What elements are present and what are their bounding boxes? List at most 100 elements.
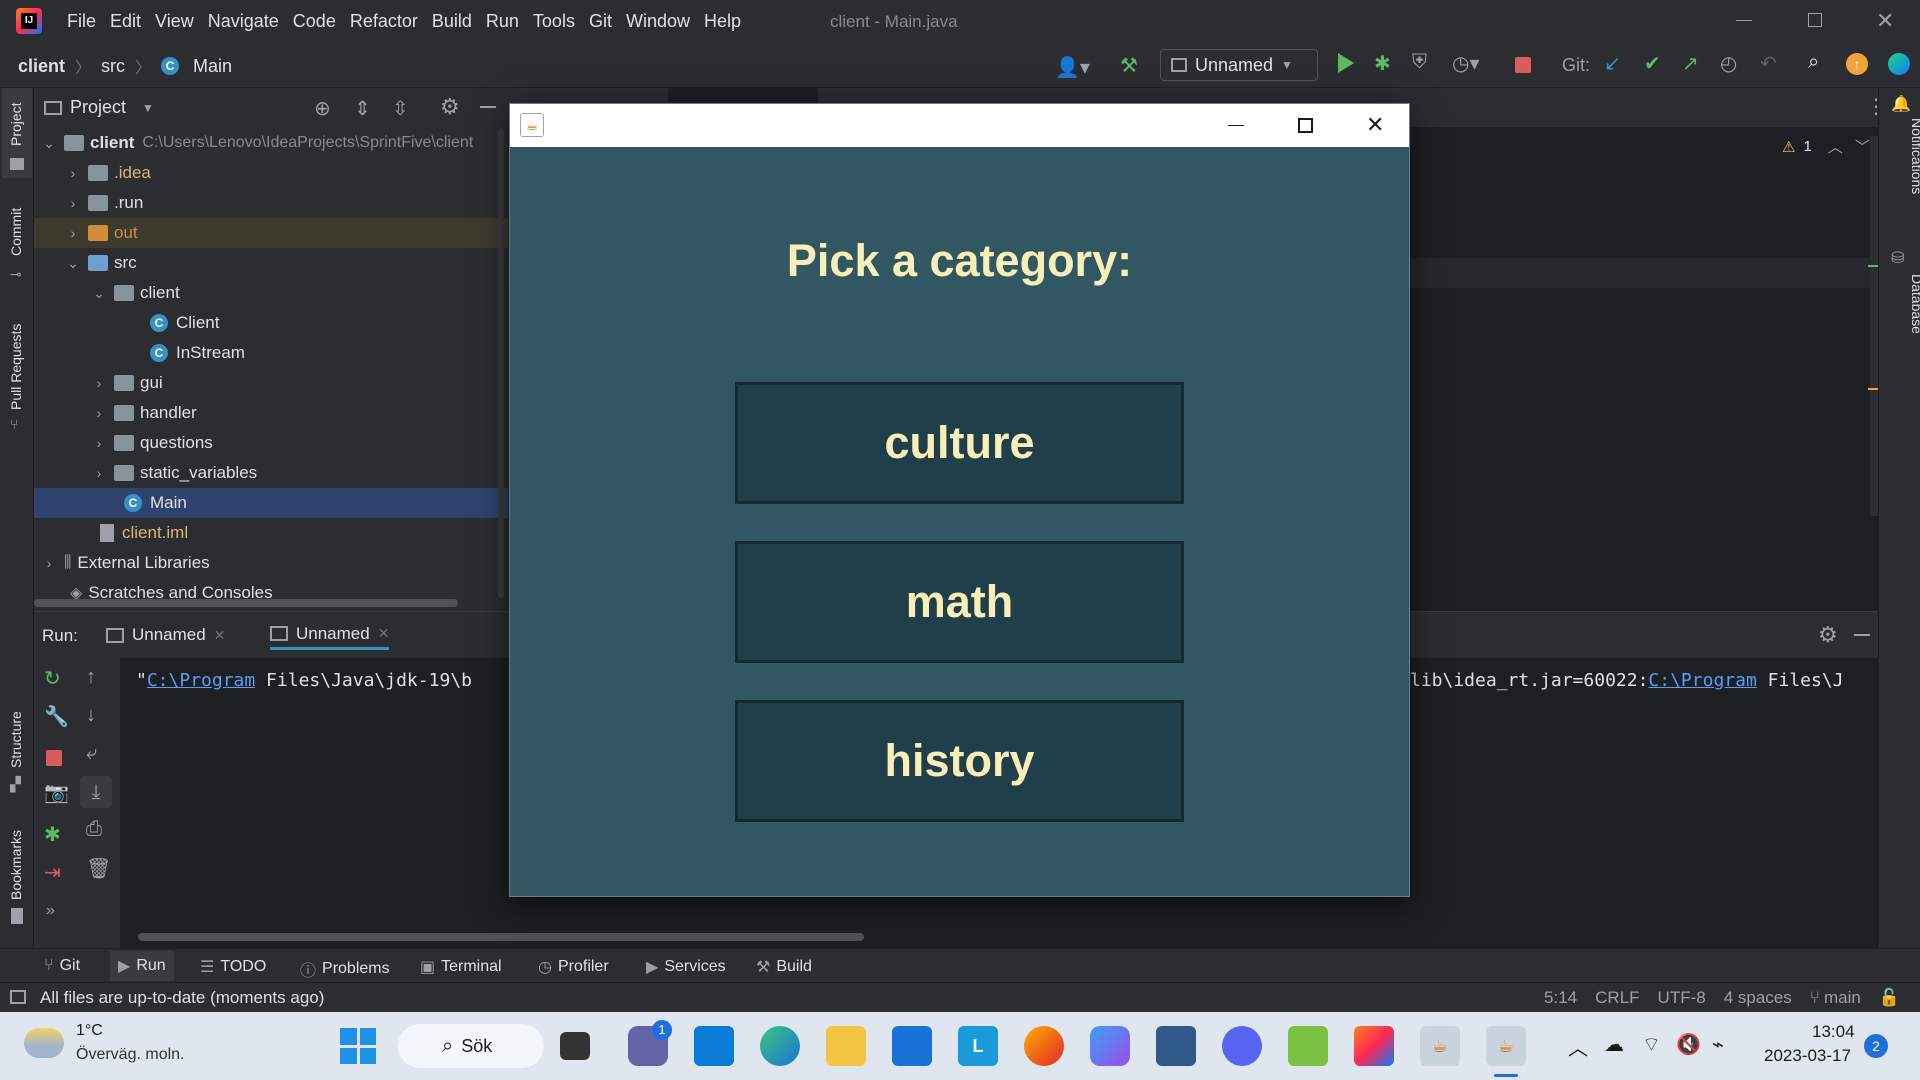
chevron-right-icon[interactable]: › <box>90 375 108 391</box>
mail-icon[interactable] <box>892 1026 932 1066</box>
chevron-right-icon[interactable]: › <box>64 195 82 211</box>
category-button-math[interactable]: math <box>735 541 1184 663</box>
tree-item-static-variables[interactable]: › static_variables <box>34 458 508 488</box>
chevron-right-icon[interactable]: › <box>90 465 108 481</box>
down-icon[interactable]: ↓ <box>86 704 96 727</box>
menu-navigate[interactable]: Navigate <box>208 11 279 32</box>
breadcrumb-project[interactable]: client <box>18 56 65 77</box>
debug-icon[interactable]: ✱ <box>44 822 61 847</box>
chevron-down-icon[interactable]: ﹀ <box>1855 136 1870 157</box>
notifications-icon[interactable]: 🔔 <box>1891 94 1911 114</box>
tree-item-root[interactable]: ⌄ client C:\Users\Lenovo\IdeaProjects\Sp… <box>34 128 508 158</box>
hide-icon[interactable] <box>1854 634 1870 636</box>
search-icon[interactable]: ⌕ <box>1808 51 1819 74</box>
run-tab-2[interactable]: Unnamed ✕ <box>270 620 390 650</box>
commit-tool-label[interactable]: Commit <box>8 208 24 256</box>
bookmarks-tool-label[interactable]: Bookmarks <box>8 830 24 900</box>
menu-help[interactable]: Help <box>704 11 741 32</box>
menu-tools[interactable]: Tools <box>533 11 575 32</box>
settings-icon[interactable]: ⚙ <box>440 94 460 120</box>
volume-muted-icon[interactable]: 🔇 <box>1676 1032 1701 1057</box>
menu-run[interactable]: Run <box>486 11 519 32</box>
close-tab-icon[interactable]: ✕ <box>378 625 390 642</box>
status-bar-toggle-icon[interactable] <box>10 990 26 1004</box>
firefox-icon[interactable] <box>1024 1026 1064 1066</box>
tree-item-src[interactable]: ⌄ src <box>34 248 508 278</box>
copilot-icon[interactable] <box>1090 1026 1130 1066</box>
indent-setting[interactable]: 4 spaces <box>1724 988 1792 1008</box>
tree-item-external-libraries[interactable]: › ⫼ External Libraries <box>34 548 508 578</box>
project-tool-label[interactable]: Project <box>8 102 24 146</box>
menu-git[interactable]: Git <box>589 11 612 32</box>
tool-problems[interactable]: ⓘ Problems <box>300 957 390 981</box>
rollback-icon[interactable]: ↶ <box>1760 51 1777 76</box>
wireshark-icon[interactable] <box>1156 1026 1196 1066</box>
user-icon[interactable]: 👤▾ <box>1055 55 1090 80</box>
vscode-icon[interactable] <box>694 1026 734 1066</box>
battery-icon[interactable]: ⌁ <box>1712 1032 1724 1057</box>
horizontal-scrollbar[interactable] <box>34 599 458 607</box>
database-tool-label[interactable]: Database <box>1909 274 1920 334</box>
expand-all-icon[interactable]: ⇕ <box>354 96 371 121</box>
tool-profiler[interactable]: ◷ Profiler <box>538 957 609 977</box>
onedrive-icon[interactable]: ☁ <box>1604 1032 1624 1057</box>
run-config-select[interactable]: Unnamed ▼ <box>1160 49 1318 81</box>
console-horizontal-scrollbar[interactable] <box>138 933 864 941</box>
menu-build[interactable]: Build <box>432 11 472 32</box>
tree-item-client-iml[interactable]: client.iml <box>34 518 508 548</box>
clock-date[interactable]: 2023-03-17 <box>1764 1046 1851 1066</box>
tree-item-main[interactable]: C Main <box>34 488 508 518</box>
tool-run[interactable]: ▶ Run <box>110 951 174 981</box>
java-app-icon[interactable]: ☕ <box>1420 1026 1460 1066</box>
pull-requests-tool-label[interactable]: Pull Requests <box>8 324 24 410</box>
camera-icon[interactable]: 📷 <box>44 780 69 805</box>
more-icon[interactable]: » <box>46 902 55 920</box>
rerun-icon[interactable]: ↻ <box>44 666 61 691</box>
status-message[interactable]: All files are up-to-date (moments ago) <box>40 988 324 1008</box>
restore-icon[interactable] <box>1808 13 1822 27</box>
weather-temp[interactable]: 1°C <box>76 1022 103 1040</box>
stop-icon[interactable] <box>1515 57 1531 73</box>
run-tab-1[interactable]: Unnamed ✕ <box>106 620 225 650</box>
start-icon[interactable] <box>340 1028 376 1064</box>
chevron-right-icon[interactable]: › <box>64 165 82 181</box>
notifications-tool-label[interactable]: Notifications <box>1909 118 1920 194</box>
profile-icon[interactable]: ◷▾ <box>1452 51 1480 76</box>
debug-icon[interactable]: ✱ <box>1374 51 1391 76</box>
caret-position[interactable]: 5:14 <box>1544 988 1577 1008</box>
minimize-icon[interactable] <box>1228 125 1244 126</box>
tree-item-run[interactable]: › .run <box>34 188 508 218</box>
print-icon[interactable]: ⎙ <box>86 818 102 841</box>
minimize-icon[interactable] <box>1736 20 1752 21</box>
close-icon[interactable]: ✕ <box>1876 8 1894 34</box>
tree-item-questions[interactable]: › questions <box>34 428 508 458</box>
build-hammer-icon[interactable]: ⚒ <box>1120 53 1138 78</box>
menu-window[interactable]: Window <box>626 11 690 32</box>
category-button-culture[interactable]: culture <box>735 382 1184 504</box>
run-icon[interactable] <box>1338 53 1354 73</box>
java-window-titlebar[interactable]: ☕ ✕ <box>510 104 1409 147</box>
tree-item-handler[interactable]: › handler <box>34 398 508 428</box>
exit-icon[interactable]: ⇥ <box>44 860 61 885</box>
breadcrumb-main[interactable]: Main <box>193 56 232 77</box>
wrench-icon[interactable]: 🔧 <box>44 704 69 729</box>
settings-icon[interactable]: ⚙ <box>1818 622 1838 648</box>
database-icon[interactable]: ⛁ <box>1891 248 1904 268</box>
tree-item-client-class[interactable]: C Client <box>34 308 508 338</box>
intellij-icon[interactable] <box>1354 1026 1394 1066</box>
weather-desc[interactable]: Överväg. moln. <box>76 1046 184 1064</box>
collapse-all-icon[interactable]: ⇳ <box>392 96 409 121</box>
structure-tool-label[interactable]: Structure <box>8 711 24 768</box>
l-app-icon[interactable]: L <box>958 1026 998 1066</box>
chevron-up-icon[interactable]: ︿ <box>1568 1032 1588 1061</box>
file-explorer-icon[interactable] <box>826 1026 866 1066</box>
menu-file[interactable]: File <box>67 11 96 32</box>
editor-scrollbar[interactable] <box>1870 136 1878 516</box>
java-app-active-icon[interactable]: ☕ <box>1486 1026 1526 1066</box>
tool-build[interactable]: ⚒ Build <box>756 957 812 977</box>
console-link[interactable]: C:\Program <box>1648 670 1756 691</box>
git-branch[interactable]: ⑂ main <box>1810 988 1861 1008</box>
edge-icon[interactable] <box>760 1026 800 1066</box>
tool-todo[interactable]: ☰ TODO <box>200 957 266 977</box>
clock-time[interactable]: 13:04 <box>1812 1022 1855 1042</box>
